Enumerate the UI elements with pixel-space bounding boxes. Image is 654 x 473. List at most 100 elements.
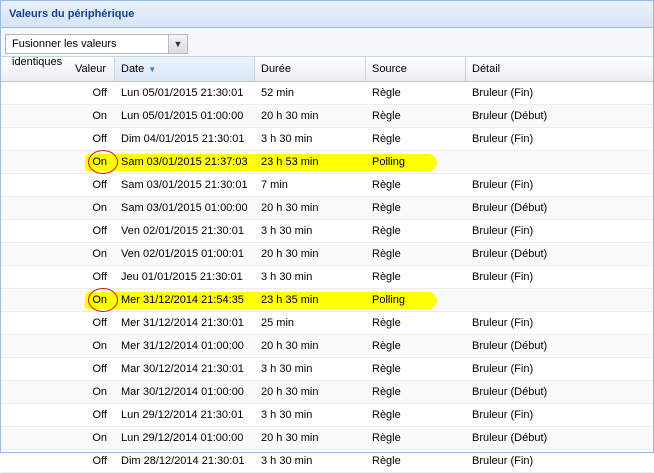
cell-source: Règle — [372, 110, 401, 122]
cell-valeur: On — [92, 248, 107, 260]
cell-source: Règle — [372, 271, 401, 283]
table-row[interactable]: On Lun 05/01/2015 01:00:00 20 h 30 min Règl… — [1, 105, 653, 128]
cell-source: Règle — [372, 202, 401, 214]
cell-source: Règle — [372, 409, 401, 421]
cell-date: Jeu 01/01/2015 21:30:01 — [121, 271, 243, 283]
column-header-source[interactable]: Source — [366, 57, 466, 81]
cell-valeur: On — [92, 294, 107, 306]
table-row[interactable]: On Sam 03/01/2015 21:37:03 23 h 53 min Poll… — [1, 150, 653, 174]
cell-source: Règle — [372, 248, 401, 260]
cell-source: Règle — [372, 225, 401, 237]
cell-date: Sam 03/01/2015 21:30:01 — [121, 179, 248, 191]
cell-date: Dim 04/01/2015 21:30:01 — [121, 133, 245, 145]
cell-valeur: On — [92, 202, 107, 214]
cell-duree: 20 h 30 min — [261, 110, 319, 122]
cell-duree: 3 h 30 min — [261, 455, 313, 467]
table-row[interactable]: Off Lun 05/01/2015 21:30:01 52 min Règle Bru… — [1, 82, 653, 105]
column-header-detail[interactable]: Détail — [466, 57, 653, 81]
cell-date: Lun 29/12/2014 01:00:00 — [121, 432, 244, 444]
cell-detail: Bruleur (Fin) — [472, 271, 534, 283]
table-row[interactable]: On Mer 31/12/2014 01:00:00 20 h 30 min Règl… — [1, 335, 653, 358]
cell-date: Lun 05/01/2015 01:00:00 — [121, 110, 244, 122]
table-row[interactable]: Off Dim 28/12/2014 21:30:01 3 h 30 min Règl… — [1, 450, 653, 473]
cell-source: Règle — [372, 133, 401, 145]
table-row[interactable]: On Ven 02/01/2015 01:00:01 20 h 30 min Règl… — [1, 243, 653, 266]
cell-source: Polling — [372, 294, 406, 306]
cell-detail: Bruleur (Début) — [472, 202, 548, 214]
cell-detail: Bruleur (Début) — [472, 386, 548, 398]
cell-source: Règle — [372, 179, 401, 191]
cell-valeur: On — [92, 386, 107, 398]
cell-duree: 20 h 30 min — [261, 340, 319, 352]
table-row[interactable]: Off Sam 03/01/2015 21:30:01 7 min Règle Brul… — [1, 174, 653, 197]
cell-detail: Bruleur (Fin) — [472, 225, 534, 237]
cell-valeur: Off — [92, 317, 107, 329]
cell-detail — [466, 151, 653, 173]
table-row[interactable]: On Mer 31/12/2014 21:54:35 23 h 35 min Poll… — [1, 288, 653, 312]
cell-detail: Bruleur (Fin) — [472, 317, 534, 329]
cell-detail: Bruleur (Fin) — [472, 363, 534, 375]
cell-source: Règle — [372, 363, 401, 375]
merge-values-combo-text[interactable]: Fusionner les valeurs identiques — [6, 35, 168, 68]
cell-detail: Bruleur (Début) — [472, 340, 548, 352]
cell-duree: 3 h 30 min — [261, 363, 313, 375]
cell-duree: 3 h 30 min — [261, 225, 313, 237]
table-row[interactable]: On Mar 30/12/2014 01:00:00 20 h 30 min Règl… — [1, 381, 653, 404]
cell-date: Mar 30/12/2014 01:00:00 — [121, 386, 244, 398]
cell-valeur: Off — [92, 133, 107, 145]
cell-duree: 20 h 30 min — [261, 386, 319, 398]
merge-values-combo[interactable]: Fusionner les valeurs identiques ▼ — [5, 34, 188, 68]
cell-detail: Bruleur (Fin) — [472, 409, 534, 421]
cell-duree: 7 min — [261, 179, 288, 191]
cell-detail: Bruleur (Début) — [472, 110, 548, 122]
cell-duree: 20 h 30 min — [261, 202, 319, 214]
column-header-date[interactable]: Date ▼ — [115, 57, 255, 81]
table-row[interactable]: Off Jeu 01/01/2015 21:30:01 3 h 30 min Règl… — [1, 266, 653, 289]
cell-duree: 3 h 30 min — [261, 133, 313, 145]
grid-header: Valeur Date ▼ Durée Source Détail — [1, 57, 653, 82]
cell-valeur: Off — [92, 271, 107, 283]
table-row[interactable]: Off Mer 31/12/2014 21:30:01 25 min Règle Bru… — [1, 312, 653, 335]
cell-date: Dim 28/12/2014 21:30:01 — [121, 455, 245, 467]
table-row[interactable]: On Sam 03/01/2015 01:00:00 20 h 30 min Règl… — [1, 197, 653, 220]
cell-valeur: Off — [92, 363, 107, 375]
cell-duree: 52 min — [261, 87, 295, 99]
cell-date: Sam 03/01/2015 21:37:03 — [121, 156, 248, 168]
cell-date: Lun 05/01/2015 21:30:01 — [121, 87, 244, 99]
cell-date: Ven 02/01/2015 21:30:01 — [121, 225, 244, 237]
table-row[interactable]: Off Lun 29/12/2014 21:30:01 3 h 30 min Règl… — [1, 404, 653, 427]
cell-detail: Bruleur (Fin) — [472, 87, 534, 99]
cell-date: Mer 31/12/2014 01:00:00 — [121, 340, 244, 352]
toolbar: Fusionner les valeurs identiques ▼ — [1, 28, 653, 68]
cell-valeur: On — [92, 340, 107, 352]
cell-duree: 3 h 30 min — [261, 409, 313, 421]
cell-date: Mer 31/12/2014 21:30:01 — [121, 317, 244, 329]
sort-descending-icon: ▼ — [148, 65, 157, 74]
panel-title: Valeurs du périphérique — [1, 1, 653, 28]
cell-source: Règle — [372, 87, 401, 99]
cell-date: Mar 30/12/2014 21:30:01 — [121, 363, 244, 375]
column-header-duree[interactable]: Durée — [255, 57, 366, 81]
cell-detail: Bruleur (Fin) — [472, 133, 534, 145]
table-row[interactable]: Off Ven 02/01/2015 21:30:01 3 h 30 min Règl… — [1, 220, 653, 243]
cell-duree: 20 h 30 min — [261, 248, 319, 260]
cell-valeur: Off — [92, 179, 107, 191]
cell-valeur: On — [92, 110, 107, 122]
cell-valeur: On — [92, 156, 107, 168]
chevron-down-icon[interactable]: ▼ — [168, 35, 187, 53]
cell-date: Mer 31/12/2014 21:54:35 — [121, 294, 244, 306]
grid-body: Off Lun 05/01/2015 21:30:01 52 min Règle Bru… — [1, 82, 653, 473]
cell-detail: Bruleur (Début) — [472, 248, 548, 260]
cell-duree: 23 h 35 min — [261, 294, 319, 306]
device-values-panel: Valeurs du périphérique Fusionner les va… — [0, 0, 654, 473]
cell-valeur: Off — [92, 455, 107, 467]
table-row[interactable]: Off Dim 04/01/2015 21:30:01 3 h 30 min Règl… — [1, 128, 653, 151]
cell-valeur: Off — [92, 87, 107, 99]
cell-detail: Bruleur (Début) — [472, 432, 548, 444]
cell-source: Règle — [372, 386, 401, 398]
table-row[interactable]: Off Mar 30/12/2014 21:30:01 3 h 30 min Règl… — [1, 358, 653, 381]
cell-date: Lun 29/12/2014 21:30:01 — [121, 409, 244, 421]
cell-valeur: Off — [92, 409, 107, 421]
table-row[interactable]: On Lun 29/12/2014 01:00:00 20 h 30 min Règl… — [1, 427, 653, 450]
cell-date: Ven 02/01/2015 01:00:01 — [121, 248, 244, 260]
